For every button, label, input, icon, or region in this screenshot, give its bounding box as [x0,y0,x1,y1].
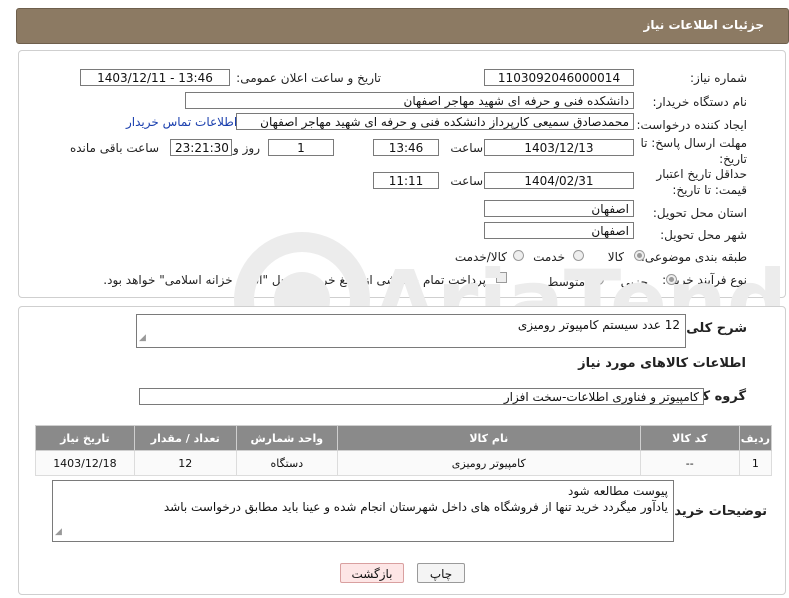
validity-label: حداقل تاریخ اعتبار قیمت: تا تاریخ: [656,167,747,197]
treasury-checkbox[interactable] [496,272,507,283]
deadline-time-field: 13:46 [373,139,439,156]
process-option-medium: متوسط [547,275,585,289]
province-label: استان محل تحویل: [652,206,747,220]
province-field: اصفهان [484,200,634,217]
print-button[interactable]: چاپ [417,563,465,583]
need-number-field: 1103092046000014 [484,69,634,86]
table-row: 1 -- کامپیوتر رومیزی دستگاه 12 1403/12/1… [35,450,773,476]
city-field: اصفهان [484,222,634,239]
col-code: کد کالا [639,425,740,451]
days-field: 1 [268,139,334,156]
buyer-org-label: نام دستگاه خریدار: [652,95,748,109]
deadline-label: مهلت ارسال پاسخ: تا تاریخ: [640,136,747,166]
buyer-contact-link[interactable]: اطلاعات تماس خریدار [126,115,237,129]
buyer-notes-line-1: پیوست مطالعه شود [567,484,668,498]
back-button[interactable]: بازگشت [340,563,404,583]
goods-section-title: اطلاعات کالاهای مورد نیاز [578,356,746,371]
process-radio-medium[interactable] [593,274,604,285]
col-qty: تعداد / مقدار [133,425,237,451]
description-field[interactable]: 12 عدد سیستم کامپیوتر رومیزی ◢ [136,314,686,348]
city-label: شهر محل تحویل: [660,228,747,242]
days-label: روز و [233,141,260,155]
deadline-time-label: ساعت [450,141,483,155]
category-radio-goods[interactable] [634,250,645,261]
cell-name: کامپیوتر رومیزی [336,450,641,476]
buyer-notes-field[interactable]: پیوست مطالعه شود یادآور میگردد خرید تنها… [52,480,674,542]
category-option-service: خدمت [533,250,565,264]
cell-row: 1 [738,450,773,476]
deadline-date-field: 1403/12/13 [484,139,634,156]
creator-field: محمدصادق سمیعی کارپرداز دانشکده فنی و حر… [236,113,634,130]
page-title: جزئیات اطلاعات نیاز [643,18,764,32]
buyer-notes-line-2: یادآور میگردد خرید تنها از فروشگاه های د… [163,500,668,514]
col-date: تاریخ نیاز [35,425,135,451]
remaining-label: ساعت باقی مانده [69,141,159,155]
col-row: ردیف [738,425,773,451]
creator-label: ایجاد کننده درخواست: [636,118,747,132]
buyer-org-field: دانشکده فنی و حرفه ای شهید مهاجر اصفهان [185,92,634,109]
validity-date-field: 1404/02/31 [484,172,634,189]
category-radio-service[interactable] [573,250,584,261]
category-radio-goods-service[interactable] [513,250,524,261]
validity-time-field: 11:11 [373,172,439,189]
goods-table-header: ردیف کد کالا نام کالا واحد شمارش تعداد /… [35,425,773,451]
cell-unit: دستگاه [235,450,338,476]
need-number-label: شماره نیاز: [690,71,747,85]
process-radio-minor[interactable] [666,274,677,285]
goods-group-field: کامپیوتر و فناوری اطلاعات-سخت افزار [139,388,704,405]
cell-qty: 12 [133,450,237,476]
page-header: جزئیات اطلاعات نیاز [16,8,789,44]
process-option-minor: جزیی [620,275,648,289]
category-option-goods: کالا [607,250,624,264]
treasury-payment-note: پرداخت تمام یا بخشی از مبلغ خرید،از محل … [103,273,486,287]
validity-time-label: ساعت [450,174,483,188]
announce-label: تاریخ و ساعت اعلان عمومی: [236,71,381,85]
remaining-time-field: 23:21:30 [170,139,232,156]
goods-table: ردیف کد کالا نام کالا واحد شمارش تعداد /… [35,425,773,476]
category-option-goods-service: کالا/خدمت [454,250,507,264]
announce-field: 1403/12/11 - 13:46 [80,69,230,86]
col-unit: واحد شمارش [235,425,338,451]
col-name: نام کالا [336,425,641,451]
category-label: طبقه بندی موضوعی: [640,250,747,264]
cell-date: 1403/12/18 [35,450,135,476]
cell-code: -- [639,450,740,476]
